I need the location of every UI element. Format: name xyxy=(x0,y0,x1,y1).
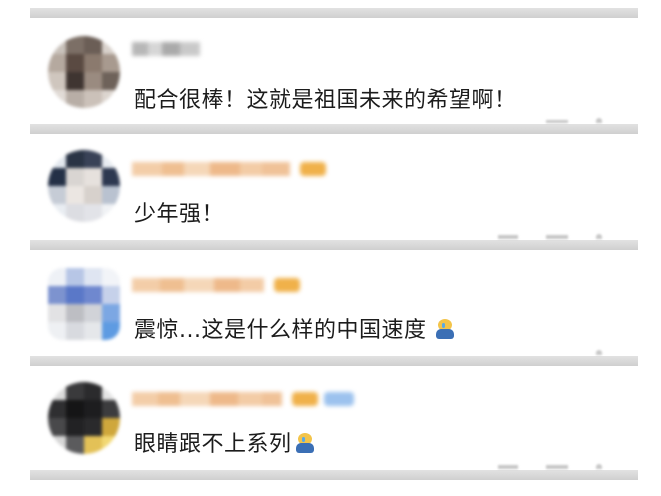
level-badge-icon xyxy=(300,162,326,176)
comment-feed: 配合很棒！这就是祖国未来的希望啊！ 少年强！ 震惊...这是什么样的中国速度 眼… xyxy=(0,0,661,496)
like-icon[interactable] xyxy=(596,464,602,469)
username-blurred[interactable] xyxy=(132,388,354,410)
level-badge-icon xyxy=(274,278,300,292)
username-blurred[interactable] xyxy=(132,38,200,60)
comment-text: 少年强！ xyxy=(134,196,224,228)
share-icon[interactable] xyxy=(498,235,518,239)
comment-text-content: 少年强！ xyxy=(134,202,225,227)
card-separator xyxy=(30,470,638,480)
comment-text: 眼睛跟不上系列 xyxy=(134,426,316,458)
comment-text: 配合很棒！这就是祖国未来的希望啊！ xyxy=(134,82,517,114)
comment-text-content: 配合很棒！这就是祖国未来的希望啊！ xyxy=(134,88,517,113)
username-blurred[interactable] xyxy=(132,158,326,180)
card-separator xyxy=(30,124,638,134)
vip-badge-icon xyxy=(324,392,354,406)
comment-text-content: 震惊...这是什么样的中国速度 xyxy=(134,318,427,343)
level-badge-icon xyxy=(292,392,318,406)
comment-card: 少年强！ xyxy=(30,134,638,240)
comment-text: 震惊...这是什么样的中国速度 xyxy=(134,312,456,344)
reply-icon[interactable] xyxy=(546,235,568,239)
user-avatar-icon[interactable] xyxy=(48,150,120,222)
card-separator xyxy=(30,356,638,366)
comment-card: 眼睛跟不上系列 xyxy=(30,366,638,470)
crying-emoji-icon xyxy=(434,318,456,340)
like-icon[interactable] xyxy=(596,350,602,355)
username-blurred[interactable] xyxy=(132,274,300,296)
user-avatar-icon[interactable] xyxy=(48,268,120,340)
card-separator xyxy=(30,8,638,18)
card-separator xyxy=(30,240,638,250)
comment-actions xyxy=(546,118,602,123)
share-icon[interactable] xyxy=(498,465,518,469)
user-avatar-icon[interactable] xyxy=(48,36,120,108)
comment-actions xyxy=(596,350,602,355)
comment-card: 震惊...这是什么样的中国速度 xyxy=(30,250,638,356)
user-avatar-icon[interactable] xyxy=(48,382,120,454)
like-icon[interactable] xyxy=(596,118,602,123)
comment-card: 配合很棒！这就是祖国未来的希望啊！ xyxy=(30,18,638,124)
crying-emoji-icon xyxy=(294,432,316,454)
reply-icon[interactable] xyxy=(546,465,568,469)
like-icon[interactable] xyxy=(596,234,602,239)
comment-actions xyxy=(498,464,602,469)
comment-text-content: 眼睛跟不上系列 xyxy=(134,432,292,457)
comment-actions xyxy=(498,234,602,239)
reply-icon[interactable] xyxy=(546,120,568,123)
